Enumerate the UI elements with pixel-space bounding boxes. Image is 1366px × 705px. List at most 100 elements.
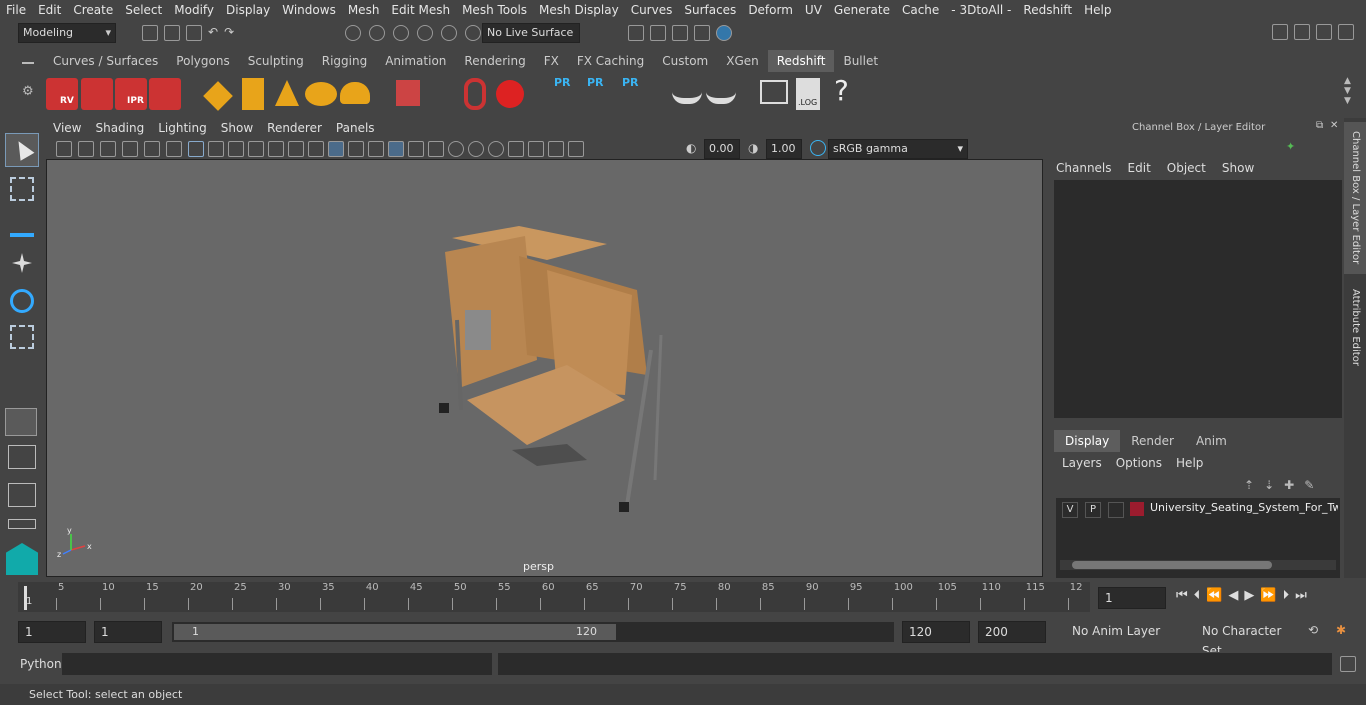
safe-action-icon[interactable] [268,141,284,157]
pr-label-3[interactable]: PR [622,76,639,89]
new-scene-icon[interactable] [142,25,158,41]
layer-name[interactable]: University_Seating_System_For_Two_ [1150,501,1338,514]
shelf-tab-fx[interactable]: FX [534,50,568,72]
default-light-icon[interactable] [348,141,364,157]
menu-create[interactable]: Create [67,3,119,17]
layer-type-toggle[interactable] [1108,502,1124,518]
paint-tool-icon[interactable] [10,213,34,237]
shelf-tab-xgen[interactable]: XGen [717,50,768,72]
character-set-dropdown[interactable]: No Character Set [1196,621,1300,658]
xray-active-icon[interactable] [548,141,564,157]
shelf-tab-animation[interactable]: Animation [376,50,456,72]
viewport-menu-panels[interactable]: Panels [329,121,382,135]
live-surface-field[interactable]: No Live Surface [482,23,580,43]
component-icon[interactable] [568,141,584,157]
log-icon[interactable]: .LOG [796,78,820,110]
image-plane-icon[interactable] [122,141,138,157]
tab-channel-box[interactable]: Channel Box / Layer Editor [1344,122,1366,274]
layer-tab-render[interactable]: Render [1120,430,1185,452]
end-frame-field[interactable]: 200 [978,621,1046,643]
current-frame-field[interactable]: 1 [1098,587,1166,609]
anim-prefs-icon[interactable]: ✱ [1336,623,1346,637]
grid-toggle-icon[interactable] [144,141,160,157]
script-icon[interactable] [760,80,788,104]
step-back-key-icon[interactable]: ⏪ [1206,588,1222,603]
menu-curves[interactable]: Curves [625,3,679,17]
move-layer-down-icon[interactable]: ⇣ [1264,478,1274,492]
channel-menu-edit[interactable]: Edit [1128,161,1151,175]
menu-mesh-tools[interactable]: Mesh Tools [456,3,533,17]
move-layer-up-icon[interactable]: ⇡ [1244,478,1254,492]
viewport-menu-show[interactable]: Show [214,121,260,135]
layer-visibility-toggle[interactable]: V [1062,502,1078,518]
menu-select[interactable]: Select [119,3,168,17]
channel-menu-object[interactable]: Object [1167,161,1206,175]
menu-surfaces[interactable]: Surfaces [678,3,742,17]
rs-dome-icon[interactable] [305,82,337,106]
shelf-tab-bullet[interactable]: Bullet [834,50,888,72]
perspective-viewport[interactable]: x y z persp [46,159,1043,577]
rs-hair-icon[interactable] [464,78,486,110]
layer-menu-help[interactable]: Help [1176,456,1203,470]
play-forward-icon[interactable]: ▶ [1244,588,1254,603]
render-settings-cube-icon[interactable] [149,78,181,110]
new-layer-selected-icon[interactable]: ✎ [1304,478,1314,492]
antialias-icon[interactable] [488,141,504,157]
go-to-start-icon[interactable]: ⏮ [1176,588,1188,603]
shelf-settings-icon[interactable]: ⚙ [22,84,36,99]
render-view-icon[interactable] [628,25,644,41]
step-forward-key-icon[interactable]: ⏩ [1260,588,1276,603]
menu--3dtoall-[interactable]: - 3DtoAll - [945,3,1017,17]
shelf-tab-sculpting[interactable]: Sculpting [238,50,313,72]
shelf-tab-polygons[interactable]: Polygons [167,50,239,72]
pr-label-1[interactable]: PR [554,76,571,89]
layer-menu-options[interactable]: Options [1116,456,1162,470]
bake-icon[interactable] [672,84,702,104]
close-icon[interactable]: ✕ [1330,120,1338,131]
scrollbar-thumb[interactable] [1072,561,1272,569]
field-chart-icon[interactable] [248,141,264,157]
menu-display[interactable]: Display [220,3,276,17]
exposure-field[interactable]: 0.00 [704,139,740,159]
render-settings-icon[interactable] [694,25,710,41]
menu-modify[interactable]: Modify [168,3,220,17]
shelf-tab-redshift[interactable]: Redshift [767,50,835,72]
undo-icon[interactable]: ↶ [208,25,218,41]
go-to-end-icon[interactable]: ⏭ [1295,588,1307,603]
select-tool-icon[interactable] [5,133,39,167]
layer-color-swatch[interactable] [1130,502,1144,516]
last-tool-icon[interactable] [5,408,37,436]
menu-mesh-display[interactable]: Mesh Display [533,3,625,17]
layer-scrollbar[interactable] [1060,560,1336,570]
layout-single-icon[interactable] [8,519,36,529]
viewport-menu-view[interactable]: View [46,121,88,135]
step-back-icon[interactable]: ⏴ [1194,588,1201,603]
render-cube-icon[interactable] [81,78,113,110]
viewport-menu-lighting[interactable]: Lighting [151,121,214,135]
new-layer-icon[interactable]: ✚ [1284,478,1294,492]
snap-view-icon[interactable] [417,25,433,41]
snap-point-icon[interactable] [393,25,409,41]
menu-help[interactable]: Help [1078,3,1117,17]
rs-proxy-icon[interactable] [242,78,264,110]
menu-cache[interactable]: Cache [896,3,945,17]
all-lights-icon[interactable] [408,141,424,157]
shelf-tab-rendering[interactable]: Rendering [455,50,535,72]
key-icon[interactable]: ⟲ [1308,623,1318,637]
gate-mask-icon[interactable] [228,141,244,157]
viewport-menu-shading[interactable]: Shading [88,121,151,135]
workspace-icon[interactable] [1272,24,1288,40]
range-end-field[interactable]: 120 [902,621,970,643]
color-management-icon[interactable] [810,140,826,156]
safe-title-icon[interactable] [288,141,304,157]
menu-edit-mesh[interactable]: Edit Mesh [385,3,456,17]
transform-icon[interactable]: ✦ [1286,140,1295,153]
xray-joints-icon[interactable] [528,141,544,157]
shaded-icon[interactable] [328,141,344,157]
ipr-cube-icon[interactable]: IPR [115,78,147,110]
shelf-tab-fx-caching[interactable]: FX Caching [567,50,654,72]
channel-list[interactable] [1054,180,1342,418]
shelf-tab-rigging[interactable]: Rigging [312,50,377,72]
layer-playback-toggle[interactable]: P [1085,502,1101,518]
smooth-shade-icon[interactable] [308,141,324,157]
